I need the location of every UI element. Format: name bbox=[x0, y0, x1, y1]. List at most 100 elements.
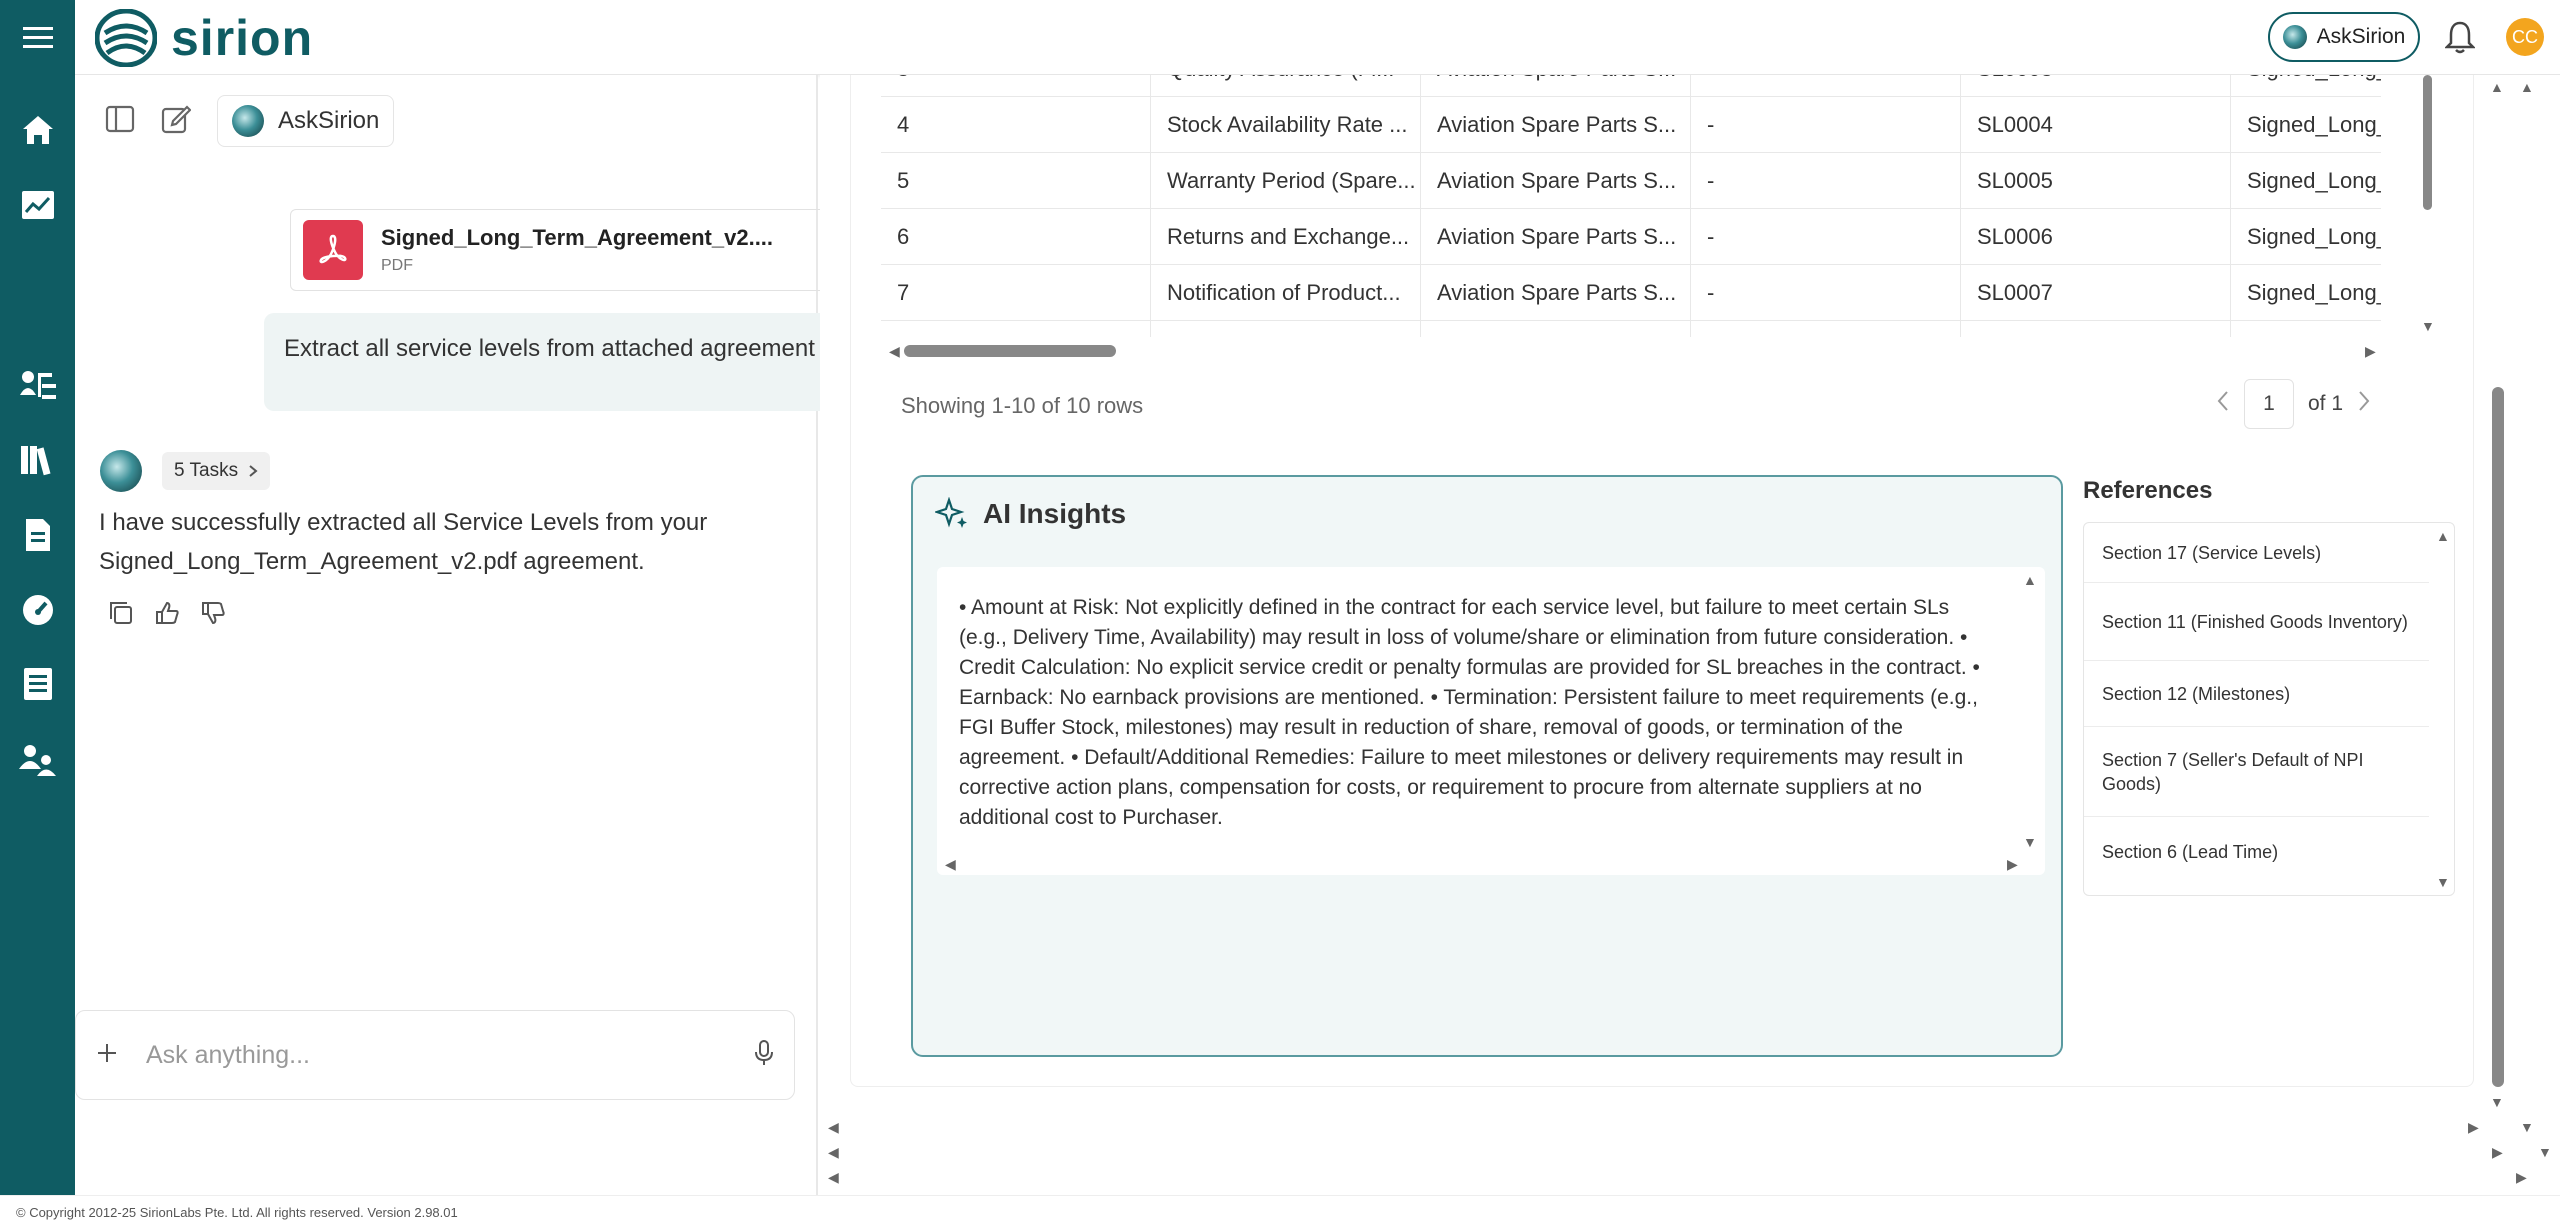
chat-input-box[interactable]: Ask anything... bbox=[75, 1010, 795, 1100]
next-page-icon[interactable] bbox=[2357, 390, 2371, 418]
table-vertical-scrollbar[interactable]: ▼ bbox=[2421, 75, 2435, 340]
scroll-right-icon[interactable]: ▶ bbox=[2365, 344, 2376, 358]
table-row[interactable]: 6 Returns and Exchange... Aviation Spare… bbox=[881, 209, 2381, 265]
panel-vertical-scroll-thumb[interactable] bbox=[2492, 387, 2504, 1087]
table-cell: Aviation Spare Parts S... bbox=[1421, 265, 1691, 321]
ai-insights-text: • Amount at Risk: Not explicitly defined… bbox=[959, 596, 1980, 829]
table-cell: Notification of Product... bbox=[1151, 265, 1421, 321]
tasks-label: 5 Tasks bbox=[174, 460, 239, 481]
library-icon[interactable] bbox=[0, 430, 75, 490]
service-levels-table: 3 Quality Assurance (Fi... Aviation Spar… bbox=[881, 75, 2401, 365]
scroll-right-icon[interactable]: ▶ bbox=[2468, 1120, 2479, 1134]
thumbs-up-icon[interactable] bbox=[154, 600, 180, 631]
previous-page-icon[interactable] bbox=[2216, 390, 2230, 418]
ai-insights-panel: AI Insights • Amount at Risk: Not explic… bbox=[911, 475, 2063, 1057]
scroll-down-icon[interactable]: ▼ bbox=[2490, 1095, 2504, 1109]
reference-item[interactable]: Section 6 (Lead Time) bbox=[2084, 817, 2429, 887]
footer-copyright: © Copyright 2012-25 SirionLabs Pte. Ltd.… bbox=[0, 1195, 2560, 1228]
table-cell: - bbox=[1691, 153, 1961, 209]
table-cell: Aviation Spare Parts S... bbox=[1421, 75, 1691, 97]
microphone-icon[interactable] bbox=[754, 1039, 774, 1072]
asksirion-orb-icon bbox=[2282, 25, 2307, 49]
team-icon[interactable] bbox=[0, 730, 75, 790]
home-icon[interactable] bbox=[0, 100, 75, 160]
scroll-right-icon[interactable]: ▶ bbox=[2516, 1170, 2527, 1184]
assistant-pill[interactable]: AskSirion bbox=[217, 95, 395, 147]
table-row[interactable]: 7 Notification of Product... Aviation Sp… bbox=[881, 265, 2381, 321]
ai-insights-title: AI Insights bbox=[983, 498, 1127, 529]
notification-bell-icon[interactable] bbox=[2443, 20, 2477, 59]
new-chat-icon[interactable] bbox=[161, 104, 192, 139]
asksirion-button-label: AskSirion bbox=[2316, 25, 2406, 48]
table-cell: Warranty Period (Spare... bbox=[1151, 153, 1421, 209]
reference-item[interactable]: Section 11 (Finished Goods Inventory) bbox=[2084, 583, 2429, 661]
page-number-input[interactable]: 1 bbox=[2244, 379, 2294, 429]
scroll-left-icon[interactable]: ◀ bbox=[889, 344, 900, 358]
table-row[interactable]: 5 Warranty Period (Spare... Aviation Spa… bbox=[881, 153, 2381, 209]
table-horizontal-scrollbar[interactable]: ◀ ▶ bbox=[889, 340, 2379, 358]
thumbs-down-icon[interactable] bbox=[200, 600, 226, 631]
reference-item[interactable]: Section 12 (Milestones) bbox=[2084, 661, 2429, 727]
table-cell: SL0003 bbox=[1961, 75, 2231, 97]
table-horizontal-scroll-thumb[interactable] bbox=[904, 345, 1116, 357]
table-cell: Returns and Exchange... bbox=[1151, 209, 1421, 265]
table-cell: - bbox=[1691, 97, 1961, 153]
references-list: Section 17 (Service Levels) Section 11 (… bbox=[2083, 522, 2455, 896]
reference-item[interactable]: Section 17 (Service Levels) bbox=[2084, 523, 2429, 583]
table-cell: SL0005 bbox=[1961, 153, 2231, 209]
table-cell: 7 bbox=[881, 265, 1151, 321]
table-cell: 3 bbox=[881, 75, 1151, 97]
tasks-button[interactable]: 5 Tasks bbox=[162, 452, 271, 490]
bot-header: 5 Tasks bbox=[100, 450, 271, 492]
document-icon[interactable] bbox=[0, 505, 75, 565]
table-vertical-scroll-thumb[interactable] bbox=[2423, 75, 2432, 210]
table-cell: Quality Assurance (Fi... bbox=[1151, 75, 1421, 97]
chat-pane: AskSirion Signed_Long_Term_Agreement_v2.… bbox=[75, 75, 846, 1195]
panel-vertical-scrollbar[interactable]: ▲ ▼ bbox=[2488, 75, 2506, 1109]
scroll-down-icon[interactable]: ▼ bbox=[2538, 1145, 2552, 1159]
scroll-down-icon[interactable]: ▼ bbox=[2520, 1120, 2534, 1134]
ai-insights-content: • Amount at Risk: Not explicitly defined… bbox=[937, 567, 2045, 875]
chat-input[interactable]: Ask anything... bbox=[146, 1041, 726, 1070]
attachment-file-name: Signed_Long_Term_Agreement_v2.... bbox=[381, 225, 774, 250]
add-attachment-icon[interactable] bbox=[96, 1042, 118, 1069]
menu-icon[interactable] bbox=[0, 7, 75, 67]
scroll-up-icon[interactable]: ▲ bbox=[2436, 529, 2450, 543]
asksirion-button[interactable]: AskSirion bbox=[2268, 12, 2420, 62]
scroll-left-icon[interactable]: ◀ bbox=[828, 1170, 839, 1184]
attachment-file-type: PDF bbox=[381, 257, 413, 274]
scroll-up-icon[interactable]: ▲ bbox=[2490, 80, 2504, 94]
scroll-up-icon[interactable]: ▲ bbox=[2520, 80, 2534, 94]
bot-message: I have successfully extracted all Servic… bbox=[99, 509, 708, 575]
toggle-sidebar-icon[interactable] bbox=[105, 105, 135, 138]
table-cell: Signed_Long_T bbox=[2247, 280, 2381, 305]
sparkle-icon bbox=[935, 497, 967, 528]
reference-item[interactable]: Section 7 (Seller's Default of NPI Goods… bbox=[2084, 727, 2429, 817]
references-title: References bbox=[2083, 477, 2213, 504]
rows-count-text: Showing 1-10 of 10 rows bbox=[901, 393, 1144, 418]
report-icon[interactable] bbox=[0, 654, 75, 714]
copy-icon[interactable] bbox=[108, 600, 134, 631]
table-cell: 6 bbox=[881, 209, 1151, 265]
scroll-left-icon[interactable]: ◀ bbox=[828, 1120, 839, 1134]
scroll-down-icon[interactable]: ▼ bbox=[2421, 319, 2435, 333]
ai-insights-header: AI Insights bbox=[935, 497, 1126, 531]
table-cell: Signed_Long_T bbox=[2247, 224, 2381, 249]
scroll-left-icon[interactable]: ◀ bbox=[828, 1145, 839, 1159]
table-row[interactable]: 4 Stock Availability Rate ... Aviation S… bbox=[881, 97, 2381, 153]
scroll-down-icon[interactable]: ▼ bbox=[2023, 835, 2037, 849]
gauge-icon[interactable] bbox=[0, 580, 75, 640]
scroll-right-icon[interactable]: ▶ bbox=[2007, 857, 2018, 871]
scroll-left-icon[interactable]: ◀ bbox=[945, 857, 956, 871]
user-avatar[interactable]: CC bbox=[2506, 18, 2544, 56]
brand-logo[interactable]: sirion bbox=[95, 8, 313, 68]
org-structure-icon[interactable] bbox=[0, 356, 75, 416]
attachment-card[interactable]: Signed_Long_Term_Agreement_v2.... PDF bbox=[290, 209, 846, 291]
table-cell: SL0007 bbox=[1961, 265, 2231, 321]
table-row[interactable]: 3 Quality Assurance (Fi... Aviation Spar… bbox=[881, 75, 2381, 97]
scroll-down-icon[interactable]: ▼ bbox=[2436, 875, 2450, 889]
analytics-icon[interactable] bbox=[0, 175, 75, 235]
scroll-up-icon[interactable]: ▲ bbox=[2023, 573, 2037, 587]
scroll-right-icon[interactable]: ▶ bbox=[2492, 1145, 2503, 1159]
result-card: 3 Quality Assurance (Fi... Aviation Spar… bbox=[850, 75, 2474, 1087]
